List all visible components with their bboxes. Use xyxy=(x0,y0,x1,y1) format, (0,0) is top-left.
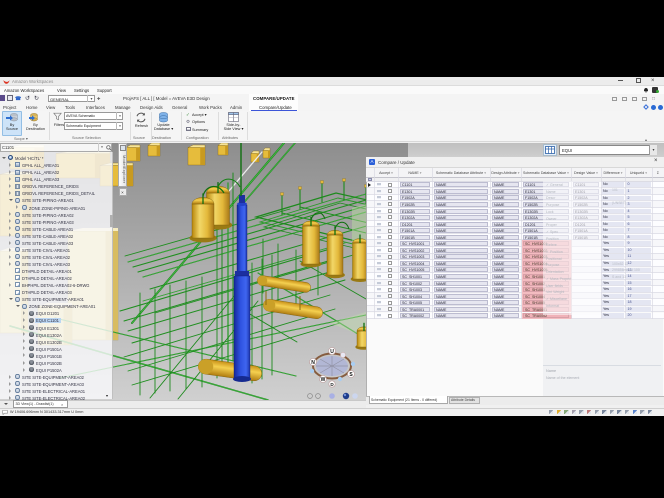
svg-text:W: W xyxy=(321,377,326,383)
svg-text:N: N xyxy=(311,360,315,366)
svg-text:U: U xyxy=(330,349,334,355)
